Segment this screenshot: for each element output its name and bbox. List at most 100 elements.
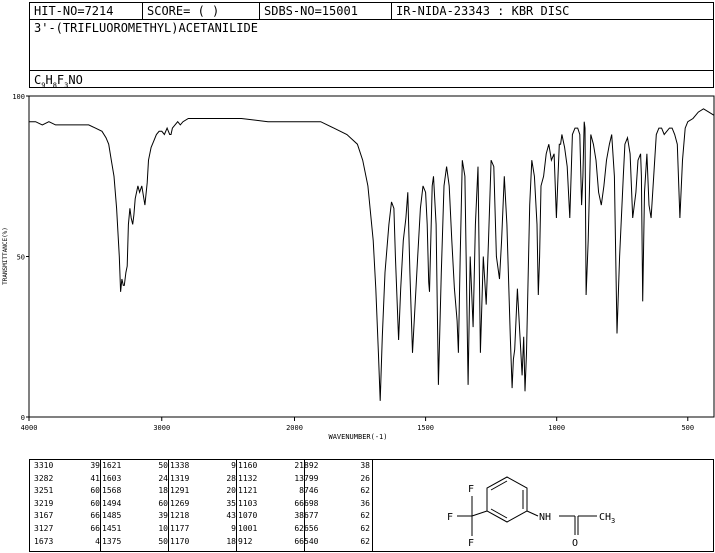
peak-wavenumber: 746 [304, 486, 319, 496]
peak-row: 698 36 [304, 498, 370, 511]
y-axis-label: TRANSMITTANCE(%) [2, 227, 9, 285]
peak-transmittance: 60 [158, 498, 168, 508]
peak-wavenumber: 3167 [34, 511, 54, 521]
peak-row: 1375 50 [102, 536, 168, 549]
peak-transmittance: 18 [226, 536, 236, 546]
peak-transmittance: 50 [158, 536, 168, 546]
x-tick-label: 4000 [21, 424, 38, 432]
peak-row: 1451 10 [102, 523, 168, 536]
peak-col-divider [100, 460, 101, 552]
peak-wavenumber: 1160 [238, 461, 258, 470]
peak-wavenumber: 3251 [34, 486, 54, 496]
peak-transmittance: 18 [158, 486, 168, 496]
cf3-bond [471, 510, 488, 517]
peak-row: 3251 60 [34, 485, 100, 498]
peak-transmittance: 24 [158, 473, 168, 483]
peak-wavenumber: 1494 [102, 498, 122, 508]
peak-row: 1170 18 [170, 536, 236, 549]
peak-transmittance: 41 [90, 473, 100, 483]
peak-row: 1269 35 [170, 498, 236, 511]
x-tick-label: 3000 [153, 424, 170, 432]
peak-column: 3310 39 3282 41 3251 60 3219 60 3167 66 3127 66 1673… [34, 460, 100, 548]
molecular-structure: F F F NH O CH3 [447, 476, 615, 549]
peak-row: 1121 8 [238, 485, 304, 498]
peak-transmittance: 39 [90, 461, 100, 470]
peak-wavenumber: 1170 [170, 536, 190, 546]
peak-row: 1338 9 [170, 460, 236, 473]
peak-transmittance: 60 [90, 498, 100, 508]
methyl-label: CH3 [599, 512, 615, 525]
peak-row: 3219 60 [34, 498, 100, 511]
peak-wavenumber: 1673 [34, 536, 54, 546]
peak-wavenumber: 1621 [102, 461, 122, 470]
peak-transmittance: 10 [158, 523, 168, 533]
n-bond [526, 510, 539, 517]
peak-wavenumber: 677 [304, 511, 319, 521]
peak-row: 1319 28 [170, 473, 236, 486]
peak-row: 1621 50 [102, 460, 168, 473]
peak-col-divider [168, 460, 169, 552]
peak-wavenumber: 3219 [34, 498, 54, 508]
peak-row: 1001 62 [238, 523, 304, 536]
peak-row: 677 62 [304, 510, 370, 523]
peak-row: 892 38 [304, 460, 370, 473]
peak-row: 1568 18 [102, 485, 168, 498]
y-tick-label: 100 [12, 93, 25, 101]
benzene-ring [486, 476, 528, 523]
peak-wavenumber: 1603 [102, 473, 122, 483]
peak-row: 1160 21 [238, 460, 304, 473]
x-tick-label: 2000 [286, 424, 303, 432]
peak-transmittance: 62 [360, 486, 370, 496]
peak-wavenumber: 1375 [102, 536, 122, 546]
peak-wavenumber: 1269 [170, 498, 190, 508]
peak-wavenumber: 1103 [238, 498, 258, 508]
peak-transmittance: 62 [360, 536, 370, 546]
peak-wavenumber: 698 [304, 498, 319, 508]
peak-row: 1070 38 [238, 510, 304, 523]
peak-row: 1485 39 [102, 510, 168, 523]
peak-transmittance: 4 [95, 536, 100, 546]
peak-wavenumber: 1568 [102, 486, 122, 496]
peak-row: 3127 66 [34, 523, 100, 536]
peak-wavenumber: 1451 [102, 523, 122, 533]
ir-spectrum-chart: 4000 3000 2000 1500 1000 500100500 TRANSMITTA… [2, 93, 715, 441]
peak-row: 1103 66 [238, 498, 304, 511]
peak-col-divider [236, 460, 237, 552]
peak-transmittance: 35 [226, 498, 236, 508]
peak-row: 1494 60 [102, 498, 168, 511]
peak-wavenumber: 656 [304, 523, 319, 533]
peak-wavenumber: 540 [304, 536, 319, 546]
x-tick-label: 500 [681, 424, 694, 432]
peak-transmittance: 60 [90, 486, 100, 496]
peak-row: 540 62 [304, 536, 370, 549]
peak-row: 1673 4 [34, 536, 100, 549]
peak-transmittance: 28 [226, 473, 236, 483]
peak-transmittance: 38 [294, 511, 304, 521]
peak-row: 3167 66 [34, 510, 100, 523]
plot-frame [28, 95, 715, 418]
peak-transmittance: 62 [294, 523, 304, 533]
methyl-subscript: 3 [611, 517, 615, 525]
peak-wavenumber: 912 [238, 536, 253, 546]
peak-column: 1160 21 1132 13 1121 8 1103 66 1070 38 1001 62 912 66 [238, 460, 304, 548]
peak-transmittance: 50 [158, 461, 168, 470]
peak-transmittance: 13 [294, 473, 304, 483]
peak-transmittance: 66 [90, 511, 100, 521]
peak-row: 799 26 [304, 473, 370, 486]
peak-row: 3310 39 [34, 460, 100, 473]
peak-transmittance: 9 [231, 523, 236, 533]
peak-transmittance: 9 [231, 461, 236, 470]
peak-column: 892 38 799 26 746 62 698 36 677 62 656 62 540 62 [304, 460, 370, 548]
peak-row: 656 62 [304, 523, 370, 536]
fluorine-label: F [468, 484, 474, 495]
oxygen-label: O [572, 538, 578, 549]
peak-transmittance: 38 [360, 461, 370, 470]
peak-wavenumber: 1001 [238, 523, 258, 533]
peak-transmittance: 66 [294, 536, 304, 546]
peak-wavenumber: 1291 [170, 486, 190, 496]
peak-transmittance: 43 [226, 511, 236, 521]
x-tick-label: 1000 [548, 424, 565, 432]
peak-row: 1218 43 [170, 510, 236, 523]
peak-column: 1621 50 1603 24 1568 18 1494 60 1485 39 1451 10 1375… [102, 460, 168, 548]
peak-transmittance: 20 [226, 486, 236, 496]
